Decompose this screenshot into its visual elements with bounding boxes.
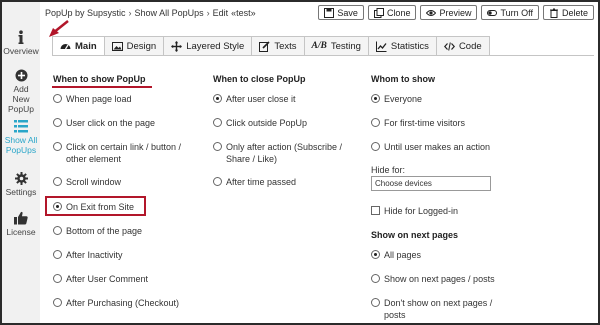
gauge-icon <box>60 43 71 49</box>
toggle-off-icon <box>487 9 498 16</box>
sidebar-item-label: Add New PopUp <box>8 84 34 114</box>
radio-button[interactable] <box>53 177 62 186</box>
whom-option[interactable]: For first-time visitors <box>371 117 465 129</box>
title-highlight-underline <box>52 86 152 88</box>
when-show-option[interactable]: After Inactivity <box>53 249 123 261</box>
eye-icon <box>426 9 437 16</box>
ab-icon: A/B <box>311 41 327 51</box>
next-pages-title: Show on next pages <box>371 230 459 240</box>
radio-button[interactable] <box>53 94 62 103</box>
breadcrumb-separator: › <box>206 8 210 18</box>
tab-main[interactable]: Main <box>52 36 105 56</box>
radio-button[interactable] <box>53 250 62 259</box>
save-button[interactable]: Save <box>318 5 364 20</box>
when-close-option-checked[interactable]: After user close it <box>213 93 296 105</box>
whom-option[interactable]: Until user makes an action <box>371 141 490 153</box>
when-show-option[interactable]: After Purchasing (Checkout) <box>53 297 179 309</box>
sidebar-item-overview[interactable]: Overview <box>2 30 40 56</box>
radio-button[interactable] <box>371 250 380 259</box>
when-close-option[interactable]: Only after action (Subscribe / Share / L… <box>213 141 353 165</box>
trash-icon <box>549 8 558 18</box>
tab-statistics[interactable]: Statistics <box>368 36 437 56</box>
tab-divider <box>52 55 594 56</box>
hide-for-devices-select[interactable]: Choose devices <box>371 176 491 191</box>
radio-button[interactable] <box>371 274 380 283</box>
info-icon <box>18 30 24 44</box>
clone-button[interactable]: Clone <box>367 5 417 20</box>
breadcrumb-plugin[interactable]: PopUp by Supsystic <box>45 8 126 18</box>
image-icon <box>111 41 123 51</box>
list-icon <box>14 120 28 133</box>
when-show-title: When to show PopUp <box>53 74 146 84</box>
radio-button[interactable] <box>213 142 222 151</box>
radio-button[interactable] <box>213 177 222 186</box>
sidebar-item-label: License <box>6 227 36 237</box>
tab-design[interactable]: Design <box>104 36 165 56</box>
radio-button[interactable] <box>371 142 380 151</box>
sidebar-item-show-all[interactable]: Show All PopUps <box>2 120 40 155</box>
tab-texts[interactable]: Texts <box>252 36 305 56</box>
clone-icon <box>373 7 384 18</box>
plus-circle-icon <box>15 69 27 82</box>
tab-layered-style[interactable]: Layered Style <box>164 36 253 56</box>
sidebar-item-settings[interactable]: Settings <box>2 172 40 197</box>
move-icon <box>171 40 183 52</box>
radio-button[interactable] <box>371 298 380 307</box>
when-close-title: When to close PopUp <box>213 74 306 84</box>
breadcrumb: PopUp by Supsystic › Show All PopUps › Edit «… <box>45 8 259 18</box>
radio-button[interactable] <box>53 226 62 235</box>
edit-icon <box>259 40 270 52</box>
radio-button[interactable] <box>53 142 62 151</box>
breadcrumb-show-all[interactable]: Show All PopUps <box>135 8 204 18</box>
toolbar: Save Clone Preview Turn Off Delete <box>318 5 594 20</box>
radio-button[interactable] <box>53 118 62 127</box>
when-show-option[interactable]: Click on certain link / button / other e… <box>53 141 198 165</box>
gear-icon <box>14 172 28 185</box>
breadcrumb-popup-name: «test» <box>231 8 256 18</box>
sidebar-item-add-new[interactable]: Add New PopUp <box>2 69 40 114</box>
radio-button[interactable] <box>371 94 380 103</box>
sidebar-item-label: Settings <box>5 187 37 197</box>
radio-button[interactable] <box>53 298 62 307</box>
when-show-option[interactable]: When page load <box>53 93 132 105</box>
turn-off-button[interactable]: Turn Off <box>481 5 539 20</box>
breadcrumb-separator: › <box>128 8 132 18</box>
line-chart-icon <box>375 41 387 52</box>
preview-button[interactable]: Preview <box>420 5 478 20</box>
sidebar-item-license[interactable]: License <box>2 211 40 237</box>
whom-title: Whom to show <box>371 74 435 84</box>
when-show-option[interactable]: After User Comment <box>53 273 148 285</box>
whom-option-checked[interactable]: Everyone <box>371 93 422 105</box>
hide-logged-in-option[interactable]: Hide for Logged-in <box>371 205 458 217</box>
sidebar-item-label: Overview <box>3 46 39 56</box>
delete-button[interactable]: Delete <box>542 5 594 20</box>
when-close-option[interactable]: Click outside PopUp <box>213 117 307 129</box>
next-pages-option[interactable]: Show on next pages / posts <box>371 273 495 285</box>
thumbs-up-icon <box>14 211 28 225</box>
save-icon <box>324 7 335 18</box>
when-show-option[interactable]: User click on the page <box>53 117 155 129</box>
highlight-box <box>45 196 146 216</box>
hide-for-label: Hide for: <box>371 165 406 175</box>
tab-code[interactable]: Code <box>436 36 490 56</box>
next-pages-option[interactable]: Don't show on next pages / posts <box>371 297 511 321</box>
radio-button[interactable] <box>53 274 62 283</box>
radio-button[interactable] <box>213 94 222 103</box>
tab-bar: Main Design Layered Style Texts A/B Test… <box>52 36 490 56</box>
radio-button[interactable] <box>213 118 222 127</box>
breadcrumb-edit: Edit <box>212 8 229 18</box>
sidebar: Overview Add New PopUp Show All PopUps S… <box>2 2 40 323</box>
next-pages-option-checked[interactable]: All pages <box>371 249 421 261</box>
when-show-option[interactable]: Bottom of the page <box>53 225 142 237</box>
sidebar-item-label: Show All PopUps <box>4 135 38 155</box>
when-close-option[interactable]: After time passed <box>213 176 296 188</box>
when-show-option[interactable]: Scroll window <box>53 176 121 188</box>
code-icon <box>443 41 455 51</box>
radio-button[interactable] <box>371 118 380 127</box>
tab-ab-testing[interactable]: A/B Testing <box>304 36 369 56</box>
checkbox[interactable] <box>371 206 380 215</box>
